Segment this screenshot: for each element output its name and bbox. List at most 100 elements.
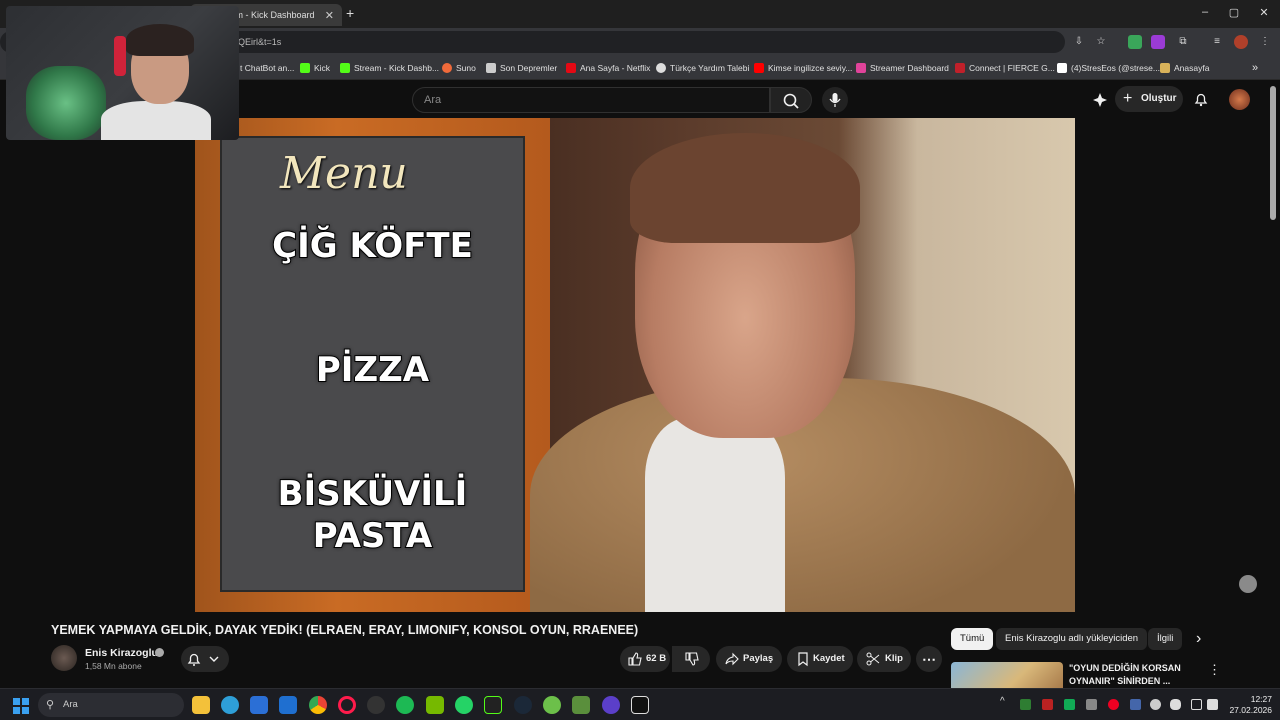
bookmark-streamer-dashboard[interactable]: Streamer Dashboard xyxy=(856,61,949,75)
bookmark-son-depremler[interactable]: Son Depremler xyxy=(486,61,557,75)
account-avatar[interactable] xyxy=(1229,89,1250,110)
close-window-button[interactable]: ✕ xyxy=(1254,6,1274,22)
obs-icon[interactable] xyxy=(367,696,385,714)
file-explorer-icon[interactable] xyxy=(192,696,210,714)
edge-icon[interactable] xyxy=(221,696,239,714)
microphone-icon xyxy=(829,93,841,107)
xbox-app-icon[interactable] xyxy=(543,696,561,714)
bookmark-label: Anasayfa xyxy=(1174,63,1210,73)
thumbs-down-icon xyxy=(685,652,699,666)
create-button[interactable]: + Oluştur xyxy=(1115,86,1183,112)
tray-app-icon[interactable] xyxy=(1150,699,1161,710)
netflix-icon xyxy=(566,63,576,73)
store-icon[interactable] xyxy=(250,696,268,714)
menu-item: PASTA xyxy=(312,515,433,557)
tray-app-icon[interactable] xyxy=(1108,699,1119,710)
maximize-button[interactable]: ▢ xyxy=(1224,6,1244,22)
subscription-bell-button[interactable] xyxy=(181,646,229,672)
bookmark-label: t ChatBot an... xyxy=(240,63,295,73)
more-actions-button[interactable]: ⋯ xyxy=(916,646,942,672)
extensions-puzzle-icon[interactable]: ⧉ xyxy=(1176,35,1190,49)
browser-menu-icon[interactable]: ⋮ xyxy=(1258,35,1272,49)
video-player[interactable]: Menu ÇİĞ KÖFTE PİZZA BİSKÜVİLİ PASTA xyxy=(195,118,1075,612)
fierce-icon xyxy=(955,63,965,73)
nvidia-icon[interactable] xyxy=(426,696,444,714)
save-button[interactable]: Kaydet xyxy=(787,646,853,672)
minecraft-icon[interactable] xyxy=(572,696,590,714)
tray-app-icon[interactable] xyxy=(1130,699,1141,710)
channel-avatar[interactable] xyxy=(51,645,77,671)
voice-search-button[interactable] xyxy=(822,87,848,113)
tray-app-icon[interactable] xyxy=(1064,699,1075,710)
bookmark-youtube-video[interactable]: Kimse ingilizce seviy... xyxy=(754,61,852,75)
chip-all[interactable]: Tümü xyxy=(951,628,994,650)
whatsapp-icon[interactable] xyxy=(455,696,473,714)
new-tab-button[interactable]: + xyxy=(346,5,354,21)
profile-avatar-icon[interactable] xyxy=(1234,35,1248,49)
windows-start-icon[interactable] xyxy=(13,698,29,714)
opera-icon[interactable] xyxy=(338,696,356,714)
steam-icon[interactable] xyxy=(514,696,532,714)
outlook-icon[interactable] xyxy=(279,696,297,714)
notifications-bell-icon[interactable] xyxy=(1193,91,1209,107)
like-button[interactable]: 62 B xyxy=(620,646,670,672)
search-button[interactable] xyxy=(770,87,812,113)
extension-purple-icon[interactable] xyxy=(1151,35,1165,49)
minimize-button[interactable]: – xyxy=(1195,6,1215,22)
dislike-button[interactable] xyxy=(672,646,710,672)
home-icon xyxy=(1160,63,1170,73)
tray-app-icon[interactable] xyxy=(1086,699,1097,710)
recommendation-title[interactable]: "OYUN DEDİĞİN KORSAN OYNANIR" SİNİRDEN .… xyxy=(1069,662,1199,688)
channel-name[interactable]: Enis Kirazoglu xyxy=(85,647,158,659)
bookmark-fierce[interactable]: Connect | FIERCE G... xyxy=(955,61,1055,75)
microphone-tray-icon[interactable] xyxy=(1170,699,1181,710)
chevron-right-icon[interactable]: › xyxy=(1196,630,1201,648)
recommendation-thumbnail[interactable] xyxy=(951,662,1063,688)
clip-button[interactable]: Klip xyxy=(857,646,911,672)
extension-green-icon[interactable] xyxy=(1128,35,1142,49)
page-scrollbar[interactable] xyxy=(1270,86,1276,220)
bookmark-star-icon[interactable]: ☆ xyxy=(1094,35,1108,49)
bookmark-tiktok[interactable]: (4)StresEos (@strese... xyxy=(1057,61,1160,75)
verified-check-icon xyxy=(155,648,164,657)
search-input[interactable]: Ara xyxy=(412,87,770,113)
bookmark-label: Kimse ingilizce seviy... xyxy=(768,63,853,73)
share-button[interactable]: Paylaş xyxy=(716,646,782,672)
epic-games-icon[interactable] xyxy=(631,696,649,714)
bookmark-yardim[interactable]: Türkçe Yardım Talebi xyxy=(656,61,749,75)
network-icon[interactable] xyxy=(1191,699,1202,710)
chip-related[interactable]: İlgili xyxy=(1148,628,1183,650)
tiktok-icon xyxy=(1057,63,1067,73)
tray-overflow-icon[interactable]: ^ xyxy=(1000,696,1005,707)
spotify-icon[interactable] xyxy=(396,696,414,714)
streamer-webcam xyxy=(6,6,239,140)
volume-icon[interactable] xyxy=(1207,699,1218,710)
player-avatar-icon[interactable] xyxy=(1239,575,1257,593)
studio-sparkle-icon[interactable] xyxy=(1092,92,1108,108)
bookmark-kick[interactable]: Kick xyxy=(300,61,330,75)
reading-list-icon[interactable]: ≡ xyxy=(1210,35,1224,49)
bookmark-label: Suno xyxy=(456,63,476,73)
webcam-background-light xyxy=(26,66,106,140)
tray-app-icon[interactable] xyxy=(1042,699,1053,710)
streamdeck-icon[interactable] xyxy=(484,696,502,714)
install-app-icon[interactable]: ⇩ xyxy=(1072,35,1086,49)
bookmark-label: Kick xyxy=(314,63,331,73)
bookmark-anasayfa[interactable]: Anasayfa xyxy=(1160,61,1209,75)
bookmark-save-icon xyxy=(798,652,808,667)
chrome-icon[interactable] xyxy=(309,696,327,714)
bookmark-netflix[interactable]: Ana Sayfa - Netflix xyxy=(566,61,650,75)
more-bookmarks-button[interactable]: » xyxy=(1252,61,1258,75)
taskbar-clock[interactable]: 12:27 27.02.2026 xyxy=(1222,694,1272,716)
bookmark-kick-dashboard[interactable]: Stream - Kick Dashb... xyxy=(340,61,439,75)
bookmark-suno[interactable]: Suno xyxy=(442,61,476,75)
bookmark-chatbot[interactable]: t ChatBot an... xyxy=(240,61,294,75)
chip-from-uploader[interactable]: Enis Kirazoglu adlı yükleyiciden xyxy=(996,628,1148,650)
menu-item: ÇİĞ KÖFTE xyxy=(271,225,474,267)
recommendation-menu-icon[interactable]: ⋮ xyxy=(1208,662,1221,678)
tray-app-icon[interactable] xyxy=(1020,699,1031,710)
taskbar-search-input[interactable]: ⚲ Ara xyxy=(38,693,184,717)
plus-icon: + xyxy=(1123,90,1133,107)
app-circle-icon[interactable] xyxy=(602,696,620,714)
close-tab-icon[interactable]: ✕ xyxy=(325,9,334,22)
